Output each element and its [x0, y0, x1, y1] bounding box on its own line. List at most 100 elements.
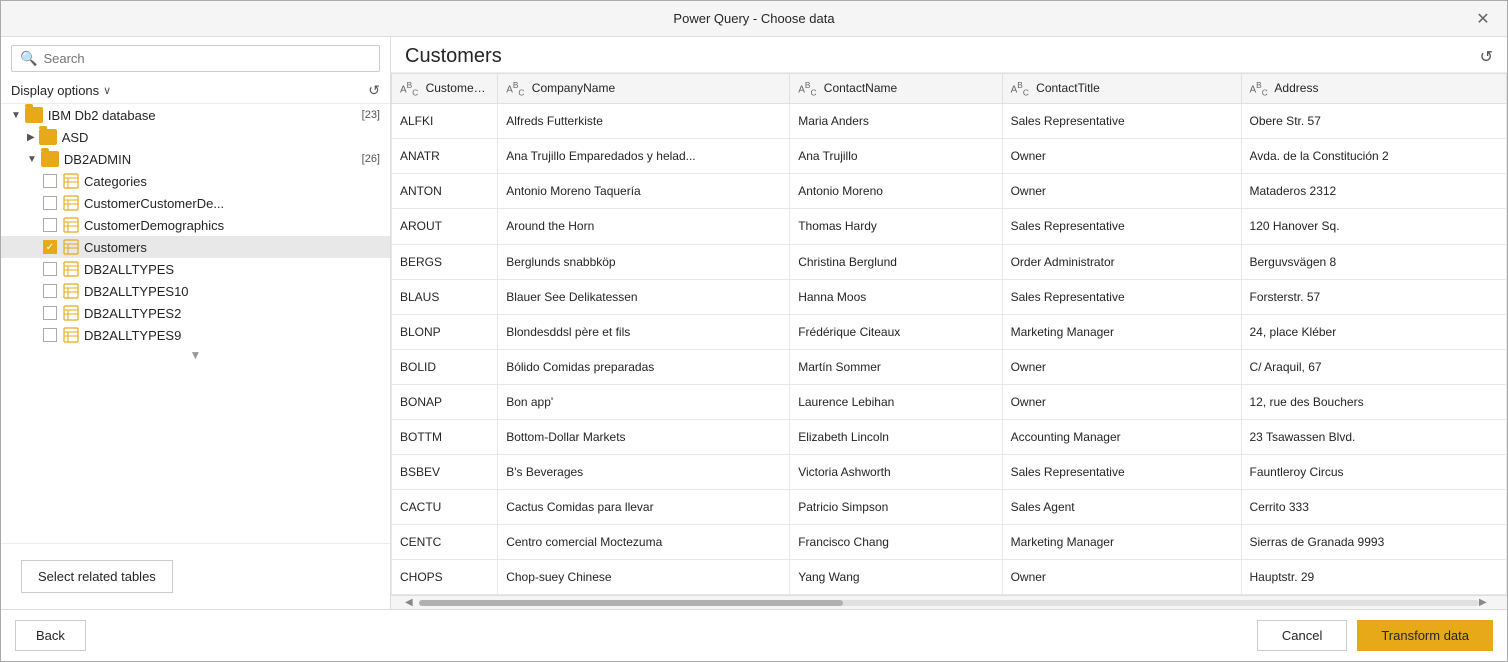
tree-item-categories[interactable]: Categories [1, 170, 390, 192]
table-row[interactable]: BERGSBerglunds snabbköpChristina Berglun… [392, 244, 1507, 279]
search-icon: 🔍 [20, 50, 37, 67]
table-cell: Owner [1002, 174, 1241, 209]
table-row[interactable]: BOTTMBottom-Dollar MarketsElizabeth Linc… [392, 419, 1507, 454]
table-row[interactable]: BONAPBon app'Laurence LebihanOwner12, ru… [392, 384, 1507, 419]
col-header-contactname[interactable]: ABC ContactName [790, 74, 1002, 104]
data-grid-container[interactable]: ABC CustomerID ABC CompanyName ABC Conta… [391, 73, 1507, 595]
tree-item-ibm-db2[interactable]: ▼ IBM Db2 database [23] [1, 104, 390, 126]
tree-item-label: IBM Db2 database [48, 108, 156, 123]
tree-item-checkbox[interactable] [43, 328, 57, 342]
col-label: ContactName [824, 81, 897, 95]
table-cell: ANATR [392, 139, 498, 174]
col-type-icon: ABC [1250, 80, 1268, 97]
tree-item-checkbox[interactable] [43, 262, 57, 276]
table-cell: Yang Wang [790, 559, 1002, 594]
tree-item-db2admin[interactable]: ▼ DB2ADMIN [26] [1, 148, 390, 170]
table-row[interactable]: CENTCCentro comercial MoctezumaFrancisco… [392, 524, 1507, 559]
tree-item-customercustomerde[interactable]: CustomerCustomerDe... [1, 192, 390, 214]
table-cell: Sales Representative [1002, 209, 1241, 244]
tree-scroll-container[interactable]: ▼ IBM Db2 database [23] ▶ ASD ▼ DB2ADMIN [1, 104, 390, 543]
table-cell: BOTTM [392, 419, 498, 454]
tree-item-db2alltypes2[interactable]: DB2ALLTYPES2 [1, 302, 390, 324]
display-options-bar: Display options ∨ ↺ [1, 78, 390, 104]
table-row[interactable]: BSBEVB's BeveragesVictoria AshworthSales… [392, 454, 1507, 489]
tree-item-checkbox[interactable] [43, 306, 57, 320]
left-panel-refresh-button[interactable]: ↺ [368, 82, 380, 99]
table-cell: BLAUS [392, 279, 498, 314]
cancel-button[interactable]: Cancel [1257, 620, 1347, 651]
table-cell: Bólido Comidas preparadas [498, 349, 790, 384]
table-refresh-button[interactable]: ↺ [1480, 47, 1493, 67]
select-related-tables-button[interactable]: Select related tables [21, 560, 173, 593]
table-row[interactable]: ANATRAna Trujillo Emparedados y helad...… [392, 139, 1507, 174]
tree-item-asd[interactable]: ▶ ASD [1, 126, 390, 148]
table-cell: 12, rue des Bouchers [1241, 384, 1507, 419]
tree-item-checkbox[interactable] [43, 196, 57, 210]
table-cell: Marketing Manager [1002, 314, 1241, 349]
tree-item-badge: [26] [354, 153, 380, 165]
display-options-toggle[interactable]: Display options ∨ [11, 83, 111, 98]
col-label: CompanyName [532, 81, 615, 95]
bottom-bar: Back Cancel Transform data [1, 609, 1507, 661]
table-row[interactable]: CACTUCactus Comidas para llevarPatricio … [392, 489, 1507, 524]
col-header-contacttitle[interactable]: ABC ContactTitle [1002, 74, 1241, 104]
folder-icon [41, 151, 59, 167]
tree-item-db2alltypes10[interactable]: DB2ALLTYPES10 [1, 280, 390, 302]
tree-item-db2alltypes9[interactable]: DB2ALLTYPES9 [1, 324, 390, 346]
col-header-customerid[interactable]: ABC CustomerID [392, 74, 498, 104]
table-cell: Francisco Chang [790, 524, 1002, 559]
tree-item-db2alltypes[interactable]: DB2ALLTYPES [1, 258, 390, 280]
table-cell: Patricio Simpson [790, 489, 1002, 524]
table-cell: CACTU [392, 489, 498, 524]
chevron-down-icon: ∨ [103, 84, 111, 97]
table-cell: Forsterstr. 57 [1241, 279, 1507, 314]
table-cell: BONAP [392, 384, 498, 419]
table-row[interactable]: ALFKIAlfreds FutterkisteMaria AndersSale… [392, 104, 1507, 139]
scroll-left-arrow[interactable]: ◀ [405, 597, 419, 608]
table-icon [63, 261, 79, 277]
table-row[interactable]: BLAUSBlauer See DelikatessenHanna MoosSa… [392, 279, 1507, 314]
table-cell: Christina Berglund [790, 244, 1002, 279]
col-type-icon: ABC [798, 80, 816, 97]
tree-item-label: DB2ALLTYPES10 [84, 284, 189, 299]
tree-item-checkbox[interactable] [43, 284, 57, 298]
table-icon [63, 239, 79, 255]
scroll-right-arrow[interactable]: ▶ [1479, 597, 1493, 608]
table-cell: Bottom-Dollar Markets [498, 419, 790, 454]
table-icon [63, 305, 79, 321]
table-row[interactable]: BLONPBlondesddsl père et filsFrédérique … [392, 314, 1507, 349]
tree-item-customerdemographics[interactable]: CustomerDemographics [1, 214, 390, 236]
table-cell: Sales Representative [1002, 454, 1241, 489]
content-area: 🔍 Display options ∨ ↺ ▼ IBM Db2 database [1, 37, 1507, 609]
table-row[interactable]: AROUTAround the HornThomas HardySales Re… [392, 209, 1507, 244]
scroll-down-indicator: ▼ [1, 346, 390, 364]
table-cell: Ana Trujillo [790, 139, 1002, 174]
col-header-address[interactable]: ABC Address [1241, 74, 1507, 104]
col-header-companyname[interactable]: ABC CompanyName [498, 74, 790, 104]
table-cell: Avda. de la Constitución 2 [1241, 139, 1507, 174]
back-button[interactable]: Back [15, 620, 86, 651]
transform-data-button[interactable]: Transform data [1357, 620, 1493, 651]
table-row[interactable]: ANTONAntonio Moreno TaqueríaAntonio More… [392, 174, 1507, 209]
table-cell: Owner [1002, 349, 1241, 384]
table-cell: Cerrito 333 [1241, 489, 1507, 524]
tree-item-checkbox[interactable] [43, 218, 57, 232]
tree-item-label: Categories [84, 174, 147, 189]
horizontal-scrollbar[interactable]: ◀ ▶ [391, 595, 1507, 609]
tree-item-checkbox[interactable] [43, 174, 57, 188]
table-cell: Marketing Manager [1002, 524, 1241, 559]
table-cell: CHOPS [392, 559, 498, 594]
table-cell: 24, place Kléber [1241, 314, 1507, 349]
tree-item-customers[interactable]: Customers [1, 236, 390, 258]
h-scrollbar-thumb[interactable] [419, 600, 843, 606]
search-input[interactable] [43, 51, 371, 66]
tree-item-label: Customers [84, 240, 147, 255]
table-row[interactable]: CHOPSChop-suey ChineseYang WangOwnerHaup… [392, 559, 1507, 594]
grid-body: ALFKIAlfreds FutterkisteMaria AndersSale… [392, 104, 1507, 595]
table-row[interactable]: BOLIDBólido Comidas preparadasMartín Som… [392, 349, 1507, 384]
close-button[interactable]: ✕ [1471, 7, 1495, 31]
table-cell: Blauer See Delikatessen [498, 279, 790, 314]
tree-item-checkbox[interactable] [43, 240, 57, 254]
title-bar: Power Query - Choose data ✕ [1, 1, 1507, 37]
table-cell: Hauptstr. 29 [1241, 559, 1507, 594]
